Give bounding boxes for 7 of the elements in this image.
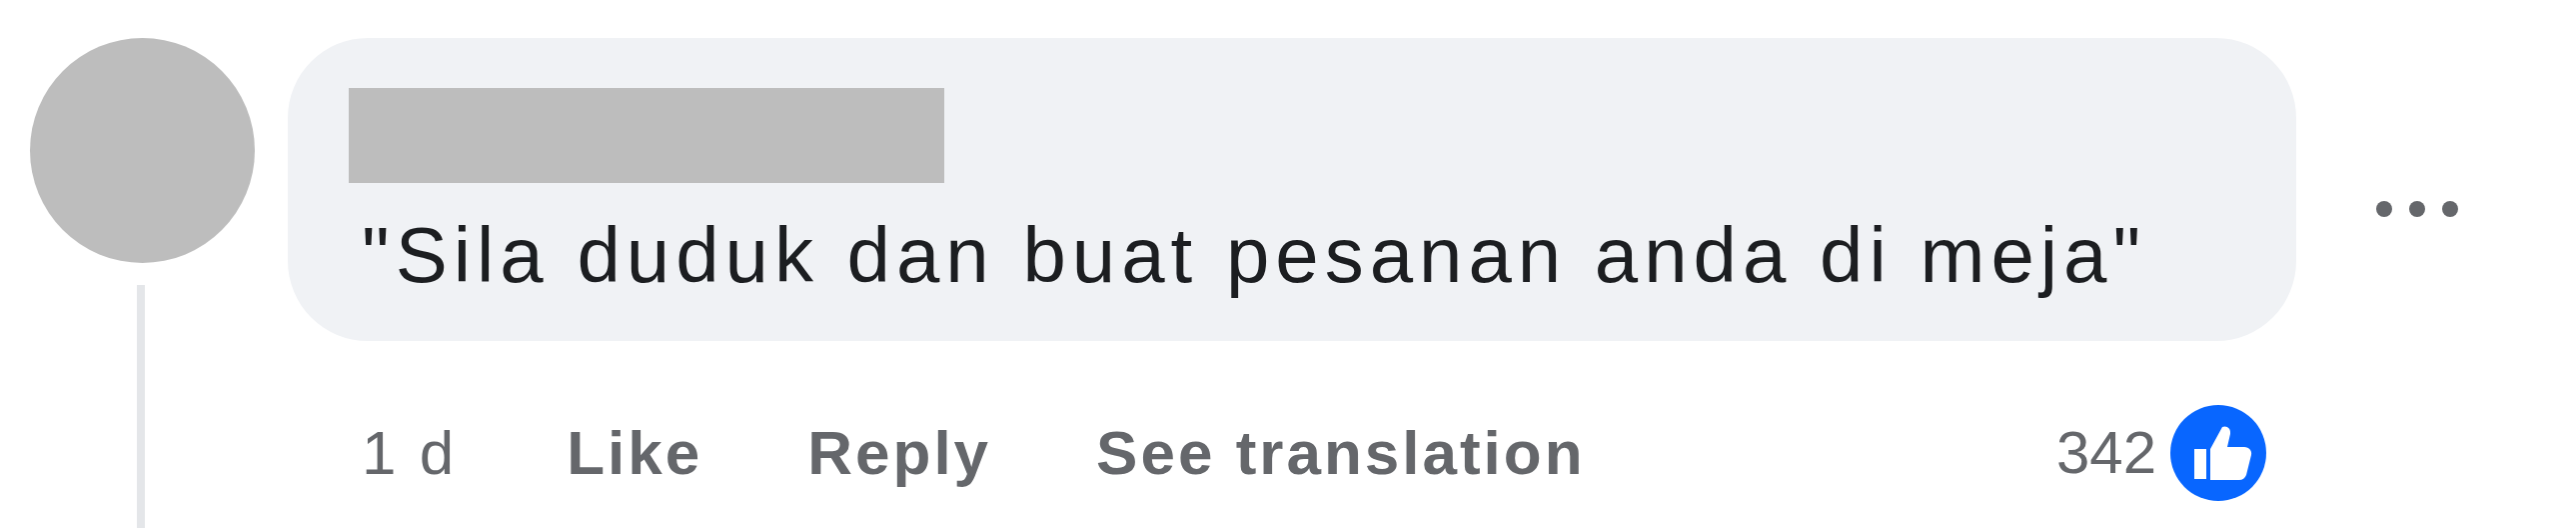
action-link[interactable]: Reply: [807, 417, 992, 489]
comment-text: "Sila duduk dan buat pesanan anda di meja": [361, 211, 2148, 301]
action-link[interactable]: Like: [567, 417, 703, 489]
more-options-icon[interactable]: [2374, 199, 2460, 220]
action-link[interactable]: See translation: [1096, 417, 1586, 489]
reaction-count[interactable]: 342: [2055, 418, 2156, 488]
comment-time[interactable]: 1 d: [362, 417, 458, 489]
